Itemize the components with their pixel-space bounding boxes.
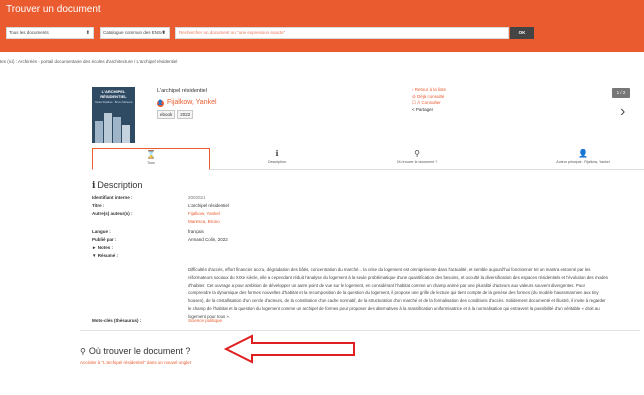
- breadcrumb-current: L'archipel résidentiel: [136, 59, 178, 64]
- cover-building: [122, 125, 130, 143]
- where-heading-text: Où trouver le document ?: [88, 346, 191, 356]
- field-value-keywords[interactable]: Science politique: [188, 318, 222, 323]
- field-label-keywords: Mots-clés (thésaurus) :: [92, 318, 142, 323]
- tag-year: 2022: [177, 110, 194, 119]
- cover-subtitle: Yankel Fijalkow · Bruno Maresca: [94, 101, 133, 104]
- tab-author-label: Auteur principal : Fijalkow, Yankel: [556, 160, 610, 164]
- search-input[interactable]: Rechercher un document ou "une expressio…: [175, 27, 509, 39]
- pager-badge: 1 / 2: [612, 88, 630, 98]
- tab-all-label: Tous: [147, 161, 155, 165]
- field-value-language: français: [188, 229, 204, 234]
- field-value-title: L'archipel résidentiel: [188, 203, 229, 208]
- field-label-language: Langue :: [92, 229, 111, 234]
- top-bar: Trouver un document Tous les documents ⬍…: [0, 0, 644, 52]
- tab-description-label: Description: [268, 160, 286, 164]
- record-tabs: ⌛ Tous ℹ Description ⚲ Où trouver le doc…: [92, 148, 644, 170]
- field-label-authors: Autre(s) auteur(s) :: [92, 211, 133, 216]
- tab-author[interactable]: 👤 Auteur principal : Fijalkow, Yankel: [524, 148, 642, 170]
- tab-where[interactable]: ⚲ Où trouver le document ?: [358, 148, 476, 170]
- field-value-id: 2002021: [188, 195, 206, 200]
- scope-select-value: Tous les documents: [9, 30, 49, 35]
- share-label: Partager: [415, 106, 434, 112]
- search-ok-button[interactable]: OK: [510, 27, 534, 39]
- already-consulted-label: Déjà consulté: [417, 93, 445, 99]
- field-label-publisher: Publié par :: [92, 237, 117, 242]
- cover-building: [113, 117, 121, 143]
- record-title: L'archipel résidentiel: [157, 88, 207, 94]
- info-icon: i: [92, 181, 96, 191]
- notes-toggle[interactable]: ► Notes :: [92, 245, 113, 250]
- breadcrumb-link-portal[interactable]: Archiréés - portail documentaire des éco…: [18, 59, 133, 64]
- field-value-author-2[interactable]: Maresca, Bruno: [188, 219, 220, 224]
- field-label-title: Titre :: [92, 203, 105, 208]
- summary-toggle[interactable]: ▼ Résumé :: [92, 253, 118, 258]
- catalog-select-value: Catalogue commun des ENSA: [103, 30, 165, 35]
- breadcrumb-prefix: tes (ici) :: [0, 59, 18, 64]
- tab-all[interactable]: ⌛ Tous: [92, 148, 210, 170]
- user-icon: 👤: [578, 149, 588, 158]
- next-record-chevron-icon[interactable]: ›: [620, 104, 625, 120]
- open-document-link[interactable]: Accéder à "L'archipel résidentiel" dans …: [80, 360, 191, 365]
- user-icon: 👤: [157, 100, 164, 107]
- chevron-down-icon: ⬍: [85, 30, 90, 36]
- pin-icon: ⚲: [414, 149, 420, 158]
- tab-where-label: Où trouver le document ?: [396, 160, 438, 164]
- back-to-list-label: Retour à la liste: [414, 87, 447, 92]
- tag-format: ebook: [157, 110, 176, 119]
- record-author[interactable]: 👤 Fijalkow, Yankel: [157, 99, 217, 107]
- chevron-down-icon: ⬍: [161, 30, 166, 36]
- record-author-name[interactable]: Fijalkow, Yankel: [167, 99, 217, 106]
- catalog-select[interactable]: Catalogue commun des ENSA ⬍: [100, 27, 170, 39]
- book-cover[interactable]: L'ARCHIPEL RÉSIDENTIEL Yankel Fijalkow ·…: [92, 87, 135, 143]
- field-value-author-1[interactable]: Fijalkow, Yankel: [188, 211, 220, 216]
- breadcrumb-separator: /: [133, 59, 136, 64]
- record-tags: ebook 2022: [157, 110, 195, 119]
- info-icon: ℹ: [275, 149, 279, 158]
- record-actions: ‹ Retour à la liste ⊘ Déjà consulté ☐ À …: [412, 87, 446, 113]
- annotation-arrow-icon: [224, 334, 355, 364]
- description-heading-text: Description: [97, 180, 143, 190]
- share-link[interactable]: < Partager: [412, 107, 446, 114]
- section-divider: [80, 330, 640, 331]
- description-heading: i Description: [92, 180, 142, 191]
- where-heading: ⚲ Où trouver le document ?: [80, 346, 190, 356]
- cover-building: [104, 113, 112, 143]
- scope-select[interactable]: Tous les documents ⬍: [6, 27, 94, 39]
- pin-icon: ⚲: [80, 347, 86, 356]
- page-title: Trouver un document: [6, 4, 101, 15]
- summary-text: Difficultés d'accès, effort financier ac…: [188, 267, 608, 319]
- to-consult-label: À Consulter: [417, 100, 441, 105]
- hourglass-icon: ⌛: [146, 150, 156, 159]
- field-label-id: Identifiant interne :: [92, 195, 133, 200]
- field-value-publisher: Armand Colin, 2022: [188, 237, 228, 242]
- cover-title: L'ARCHIPEL RÉSIDENTIEL: [100, 89, 127, 99]
- tab-description[interactable]: ℹ Description: [218, 148, 336, 170]
- cover-building: [95, 121, 103, 143]
- breadcrumb: tes (ici) : Archiréés - portail document…: [0, 59, 177, 64]
